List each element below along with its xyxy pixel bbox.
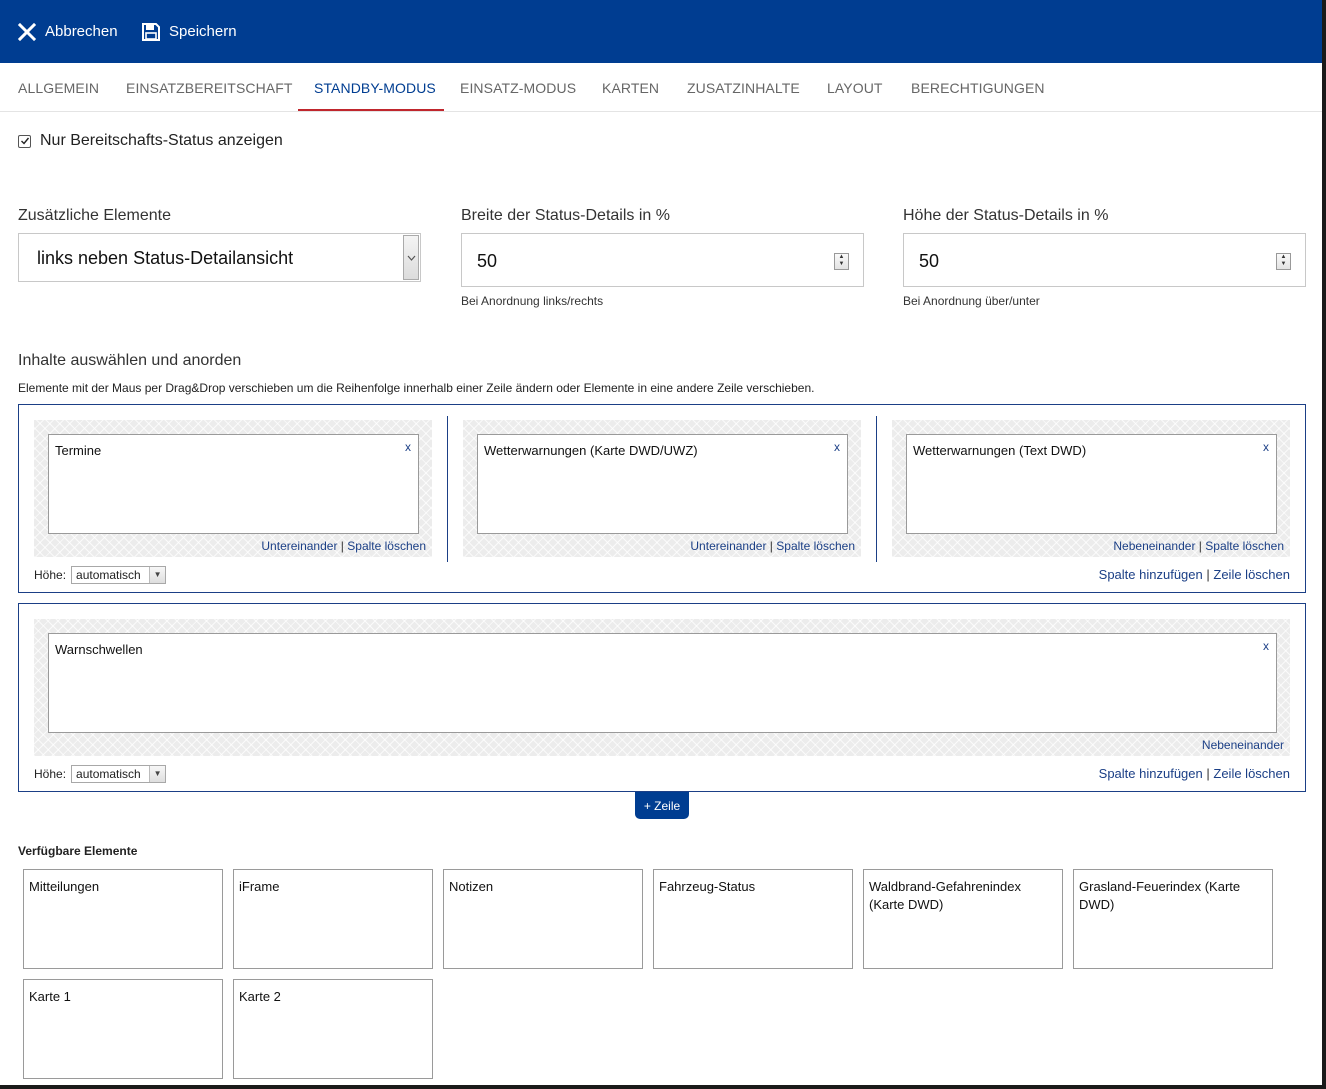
add-row-button[interactable]: + Zeile (635, 792, 689, 819)
remove-element-icon[interactable]: x (834, 440, 840, 454)
row-height-label: Höhe: (34, 568, 67, 582)
column-links: Nebeneinander (1202, 738, 1284, 752)
layout-column[interactable]: Warnschwellen x Nebeneinander (34, 619, 1290, 756)
row-height-label: Höhe: (34, 767, 67, 781)
available-element-card[interactable]: Karte 2 (233, 979, 433, 1079)
tab-bar: ALLGEMEIN EINSATZBEREITSCHAFT STANDBY-MO… (0, 63, 1322, 112)
available-element-card[interactable]: Notizen (443, 869, 643, 969)
available-element-card[interactable]: Karte 1 (23, 979, 223, 1079)
layout-column[interactable]: Wetterwarnungen (Karte DWD/UWZ) x Untere… (463, 420, 861, 557)
save-label: Speichern (169, 23, 237, 40)
available-element-card[interactable]: Grasland-Feuerindex (Karte DWD) (1073, 869, 1273, 969)
number-spinner-icon[interactable]: ▲ ▼ (834, 253, 849, 270)
standby-only-checkbox[interactable] (18, 134, 31, 148)
tab-allgemein[interactable]: ALLGEMEIN (18, 63, 99, 112)
column-layout-link[interactable]: Untereinander (690, 539, 766, 553)
width-hint: Bei Anordnung links/rechts (461, 294, 604, 308)
tab-einsatz-modus[interactable]: EINSATZ-MODUS (460, 63, 576, 112)
content-section-title: Inhalte auswählen und anorden (18, 352, 242, 369)
element-card-wetterwarnungen-text[interactable]: Wetterwarnungen (Text DWD) x (906, 434, 1277, 534)
tab-karten[interactable]: KARTEN (602, 63, 659, 112)
tab-standby-modus[interactable]: STANDBY-MODUS (314, 63, 436, 112)
cancel-button[interactable]: Abbrechen (17, 0, 118, 63)
number-spinner-icon[interactable]: ▲ ▼ (1276, 253, 1291, 270)
delete-column-link[interactable]: Spalte löschen (776, 539, 855, 553)
floppy-disk-icon (141, 22, 161, 42)
column-layout-link[interactable]: Nebeneinander (1113, 539, 1195, 553)
row-height-select[interactable]: automatisch ▼ (71, 765, 167, 783)
row-links: Spalte hinzufügen | Zeile löschen (1098, 766, 1290, 781)
column-links: Untereinander | Spalte löschen (261, 539, 426, 553)
delete-row-link[interactable]: Zeile löschen (1213, 567, 1290, 582)
available-element-card[interactable]: Fahrzeug-Status (653, 869, 853, 969)
tab-layout[interactable]: LAYOUT (827, 63, 883, 112)
available-element-card[interactable]: Mitteilungen (23, 869, 223, 969)
tab-einsatzbereitschaft[interactable]: EINSATZBEREITSCHAFT (126, 63, 293, 112)
column-links: Nebeneinander | Spalte löschen (1113, 539, 1284, 553)
delete-row-link[interactable]: Zeile löschen (1213, 766, 1290, 781)
checkmark-icon (20, 137, 29, 145)
column-divider (447, 416, 448, 562)
row-links: Spalte hinzufügen | Zeile löschen (1098, 567, 1290, 582)
standby-only-label: Nur Bereitschafts-Status anzeigen (40, 132, 283, 149)
settings-dialog: Abbrechen Speichern ALLGEMEIN EINSATZBER… (0, 0, 1322, 1085)
element-title: Termine (55, 443, 102, 458)
close-icon (17, 22, 37, 42)
height-input[interactable]: 50 ▲ ▼ (903, 233, 1306, 287)
standby-only-checkbox-row[interactable]: Nur Bereitschafts-Status anzeigen (18, 131, 283, 151)
tab-berechtigungen[interactable]: BERECHTIGUNGEN (911, 63, 1045, 112)
remove-element-icon[interactable]: x (1263, 440, 1269, 454)
chevron-down-icon: ▼ (149, 766, 166, 782)
layout-row-2: Warnschwellen x Nebeneinander Höhe: auto… (18, 603, 1306, 792)
chevron-down-icon: ▼ (149, 567, 166, 583)
available-element-card[interactable]: Waldbrand-Gefahrenindex (Karte DWD) (863, 869, 1063, 969)
layout-row-1: Termine x Untereinander | Spalte löschen… (18, 404, 1306, 593)
element-card-wetterwarnungen-karte[interactable]: Wetterwarnungen (Karte DWD/UWZ) x (477, 434, 848, 534)
remove-element-icon[interactable]: x (405, 440, 411, 454)
save-button[interactable]: Speichern (141, 0, 237, 63)
element-card-termine[interactable]: Termine x (48, 434, 419, 534)
column-divider (876, 416, 877, 562)
tab-zusatzinhalte[interactable]: ZUSATZINHALTE (687, 63, 800, 112)
add-column-link[interactable]: Spalte hinzufügen (1099, 766, 1203, 781)
available-element-card[interactable]: iFrame (233, 869, 433, 969)
layout-column[interactable]: Termine x Untereinander | Spalte löschen (34, 420, 432, 557)
width-input[interactable]: 50 ▲ ▼ (461, 233, 864, 287)
column-layout-link[interactable]: Untereinander (261, 539, 337, 553)
element-title: Wetterwarnungen (Karte DWD/UWZ) (484, 443, 698, 458)
row-height-select[interactable]: automatisch ▼ (71, 566, 167, 584)
toolbar: Abbrechen Speichern (0, 0, 1322, 63)
width-label: Breite der Status-Details in % (461, 207, 670, 224)
active-tab-indicator (298, 109, 444, 111)
row-height-control: Höhe: automatisch ▼ (34, 566, 167, 584)
height-value: 50 (919, 251, 940, 271)
height-label: Höhe der Status-Details in % (903, 207, 1109, 224)
remove-element-icon[interactable]: x (1263, 639, 1269, 653)
column-layout-link[interactable]: Nebeneinander (1202, 738, 1284, 752)
extra-elements-label: Zusätzliche Elemente (18, 207, 171, 224)
add-column-link[interactable]: Spalte hinzufügen (1099, 567, 1203, 582)
element-title: Warnschwellen (55, 642, 143, 657)
delete-column-link[interactable]: Spalte löschen (347, 539, 426, 553)
extra-elements-value: links neben Status-Detailansicht (37, 248, 294, 268)
column-links: Untereinander | Spalte löschen (690, 539, 855, 553)
element-title: Wetterwarnungen (Text DWD) (913, 443, 1087, 458)
layout-column[interactable]: Wetterwarnungen (Text DWD) x Nebeneinand… (892, 420, 1290, 557)
content-section-description: Elemente mit der Maus per Drag&Drop vers… (18, 381, 815, 395)
available-elements-title: Verfügbare Elemente (18, 844, 138, 858)
element-card-warnschwellen[interactable]: Warnschwellen x (48, 633, 1277, 733)
extra-elements-select[interactable]: links neben Status-Detailansicht (18, 233, 421, 282)
row-height-control: Höhe: automatisch ▼ (34, 765, 167, 783)
cancel-label: Abbrechen (45, 23, 118, 40)
width-value: 50 (477, 251, 498, 271)
delete-column-link[interactable]: Spalte löschen (1205, 539, 1284, 553)
chevron-down-icon[interactable] (403, 235, 419, 280)
height-hint: Bei Anordnung über/unter (903, 294, 1040, 308)
